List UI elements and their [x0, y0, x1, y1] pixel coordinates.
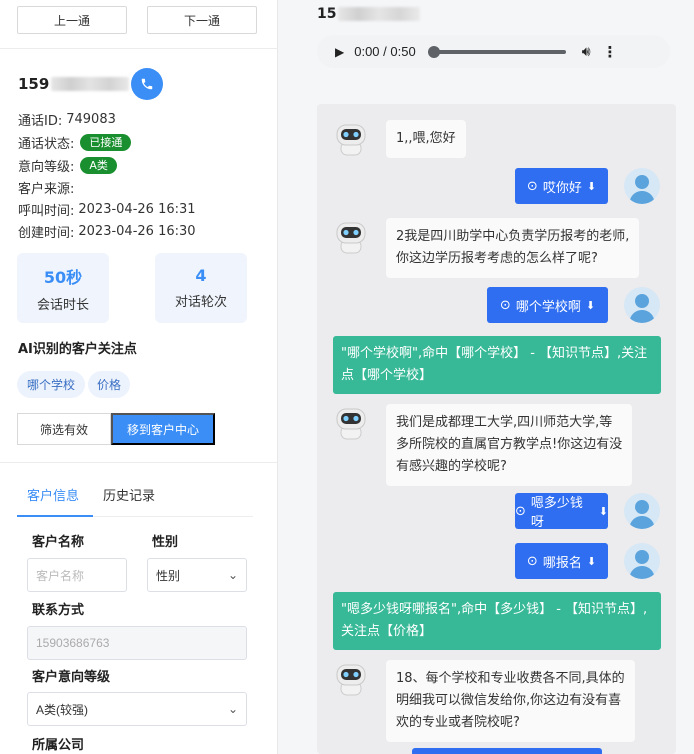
session-duration-value: 50秒 [43, 267, 83, 287]
contact-input[interactable]: 15903686763 [27, 626, 247, 660]
session-duration-card: 50秒 会话时长 [17, 253, 109, 323]
tab-history[interactable]: 历史记录 [103, 485, 155, 504]
user-voice-message[interactable]: ⊙ 嗯多少钱呀 ⬇ [515, 493, 608, 530]
next-call-button[interactable]: 下一通 [147, 6, 257, 34]
knowledge-hit-notice: "嗯多少钱呀哪报名",命中【多少钱】 - 【知识节点】,关注点【价格】 [333, 592, 661, 650]
dialog-rounds-label: 对话轮次 [174, 295, 227, 310]
focus-tag: 价格 [88, 371, 130, 398]
customer-source-row: 客户来源: [18, 178, 74, 197]
conversation-panel: 15 ▶ 0:00 / 0:50 🔊︎ ⋮ 1,,喂,您好 ⊙ 哎你好 ⬇ 2我… [293, 0, 694, 754]
gender-select-value: 性别 [156, 568, 181, 583]
created-time-label: 创建时间: [18, 226, 75, 241]
customer-intent-select[interactable]: A类(较强) ⌄ [27, 692, 247, 726]
chevron-down-icon: ⌄ [227, 568, 238, 582]
intent-level-badge: A类 [80, 157, 117, 174]
volume-icon[interactable]: 🔊︎ [582, 44, 591, 60]
contact-label: 联系方式 [32, 603, 85, 618]
conversation-phone: 15 [317, 6, 421, 22]
intent-level-label: 意向等级: [18, 160, 75, 175]
play-circle-icon[interactable]: ⊙ [515, 504, 526, 519]
divider [0, 48, 278, 49]
audio-time: 0:00 / 0:50 [354, 44, 416, 59]
user-voice-message[interactable]: ⊙ 哎你好 ⬇ [515, 168, 608, 204]
chat-transcript: 1,,喂,您好 ⊙ 哎你好 ⬇ 2我是四川助学中心负责学历报考的老师, 你这边学… [317, 104, 676, 754]
created-time-value: 2023-04-26 16:30 [78, 224, 196, 239]
call-time-label: 呼叫时间: [18, 204, 75, 219]
play-circle-icon[interactable]: ⊙ [527, 554, 538, 569]
gender-label: 性别 [152, 535, 179, 550]
user-message-text: 哪个学校啊 [515, 299, 581, 315]
more-options-icon[interactable]: ⋮ [603, 43, 618, 61]
customer-intent-label: 客户意向等级 [32, 670, 111, 685]
call-id-value: 749083 [66, 112, 116, 127]
user-avatar-icon [624, 493, 660, 529]
user-avatar-icon [624, 287, 660, 323]
robot-avatar-icon [333, 662, 369, 696]
created-time-row: 创建时间: 2023-04-26 16:30 [18, 222, 196, 241]
play-circle-icon[interactable]: ⊙ [527, 179, 538, 194]
robot-avatar-icon [333, 220, 369, 254]
customer-tabs: 客户信息 历史记录 [0, 462, 278, 518]
customer-name-label: 客户名称 [32, 535, 85, 550]
phone-number: 15 [317, 6, 337, 22]
audio-player[interactable]: ▶ 0:00 / 0:50 🔊︎ ⋮ [317, 35, 670, 68]
dialog-rounds-value: 4 [195, 266, 207, 285]
user-message-text: 嗯多少钱呀 [530, 496, 583, 530]
tab-customer-info[interactable]: 客户信息 [27, 485, 79, 504]
download-icon[interactable]: ⬇ [586, 299, 595, 312]
play-circle-icon[interactable]: ⊙ [500, 298, 511, 313]
user-message-text: 哎你好 [542, 180, 582, 196]
call-id-label: 通话ID: [18, 114, 63, 129]
bot-message: 2我是四川助学中心负责学历报考的老师, 你这边学历报考考虑的怎么样了呢? [386, 218, 640, 278]
intent-level-row: 意向等级: A类 [18, 156, 117, 175]
phone-number: 159 [18, 75, 50, 93]
call-status-badge: 已接通 [80, 134, 132, 151]
user-avatar-icon [624, 543, 660, 579]
customer-intent-value: A类(较强) [36, 702, 88, 717]
chevron-down-icon: ⌄ [227, 702, 238, 716]
call-time-row: 呼叫时间: 2023-04-26 16:31 [18, 200, 196, 219]
user-avatar-icon [624, 168, 660, 204]
download-icon[interactable]: ⬇ [587, 555, 596, 568]
download-icon[interactable]: ⬇ [587, 180, 596, 193]
call-detail-panel: 上一通 下一通 159 通话ID: 749083 通话状态: 已接通 意向等级:… [0, 0, 278, 754]
active-tab-indicator [17, 515, 93, 517]
call-id-row: 通话ID: 749083 [18, 110, 116, 129]
session-duration-label: 会话时长 [36, 297, 89, 313]
bot-message: 18、每个学校和专业收费各不同,具体的 明细我可以微信发给你,你这边有没有喜 欢… [386, 660, 635, 742]
audio-progress-bar[interactable] [427, 45, 566, 58]
bot-message: 1,,喂,您好 [386, 120, 466, 158]
gender-select[interactable]: 性别 ⌄ [147, 558, 247, 592]
user-voice-message[interactable] [412, 748, 602, 754]
call-time-value: 2023-04-26 16:31 [78, 202, 196, 217]
user-message-text: 哪报名 [542, 555, 582, 571]
focus-tag: 哪个学校 [17, 371, 85, 398]
filter-valid-button[interactable]: 筛选有效 [17, 413, 111, 445]
user-voice-message[interactable]: ⊙ 哪个学校啊 ⬇ [487, 287, 608, 323]
customer-phone: 159 [18, 68, 164, 100]
call-status-row: 通话状态: 已接通 [18, 133, 132, 152]
user-voice-message[interactable]: ⊙ 哪报名 ⬇ [515, 543, 608, 579]
robot-avatar-icon [333, 406, 369, 440]
company-label: 所属公司 [32, 738, 85, 753]
knowledge-hit-notice: "哪个学校啊",命中【哪个学校】 - 【知识节点】,关注点【哪个学校】 [333, 336, 661, 394]
ai-focus-title: AI识别的客户关注点 [18, 342, 137, 357]
bot-message: 我们是成都理工大学,四川师范大学,等 多所院校的直属官方教学点!你这边有没 有感… [386, 404, 633, 486]
customer-name-input[interactable]: 客户名称 [27, 558, 127, 592]
call-status-label: 通话状态: [18, 137, 75, 152]
robot-avatar-icon [333, 122, 369, 156]
download-icon[interactable]: ⬇ [599, 505, 608, 518]
masked-phone-digits [338, 7, 421, 21]
phone-call-icon[interactable] [131, 68, 164, 100]
prev-call-button[interactable]: 上一通 [17, 6, 127, 34]
masked-phone-digits [51, 77, 130, 91]
audio-progress-knob[interactable] [427, 45, 440, 58]
move-to-customer-center-button[interactable]: 移到客户中心 [111, 413, 215, 445]
tabs-underline [93, 516, 253, 517]
dialog-rounds-card: 4 对话轮次 [155, 253, 247, 323]
play-icon[interactable]: ▶ [335, 45, 344, 59]
customer-source-label: 客户来源: [18, 182, 75, 197]
